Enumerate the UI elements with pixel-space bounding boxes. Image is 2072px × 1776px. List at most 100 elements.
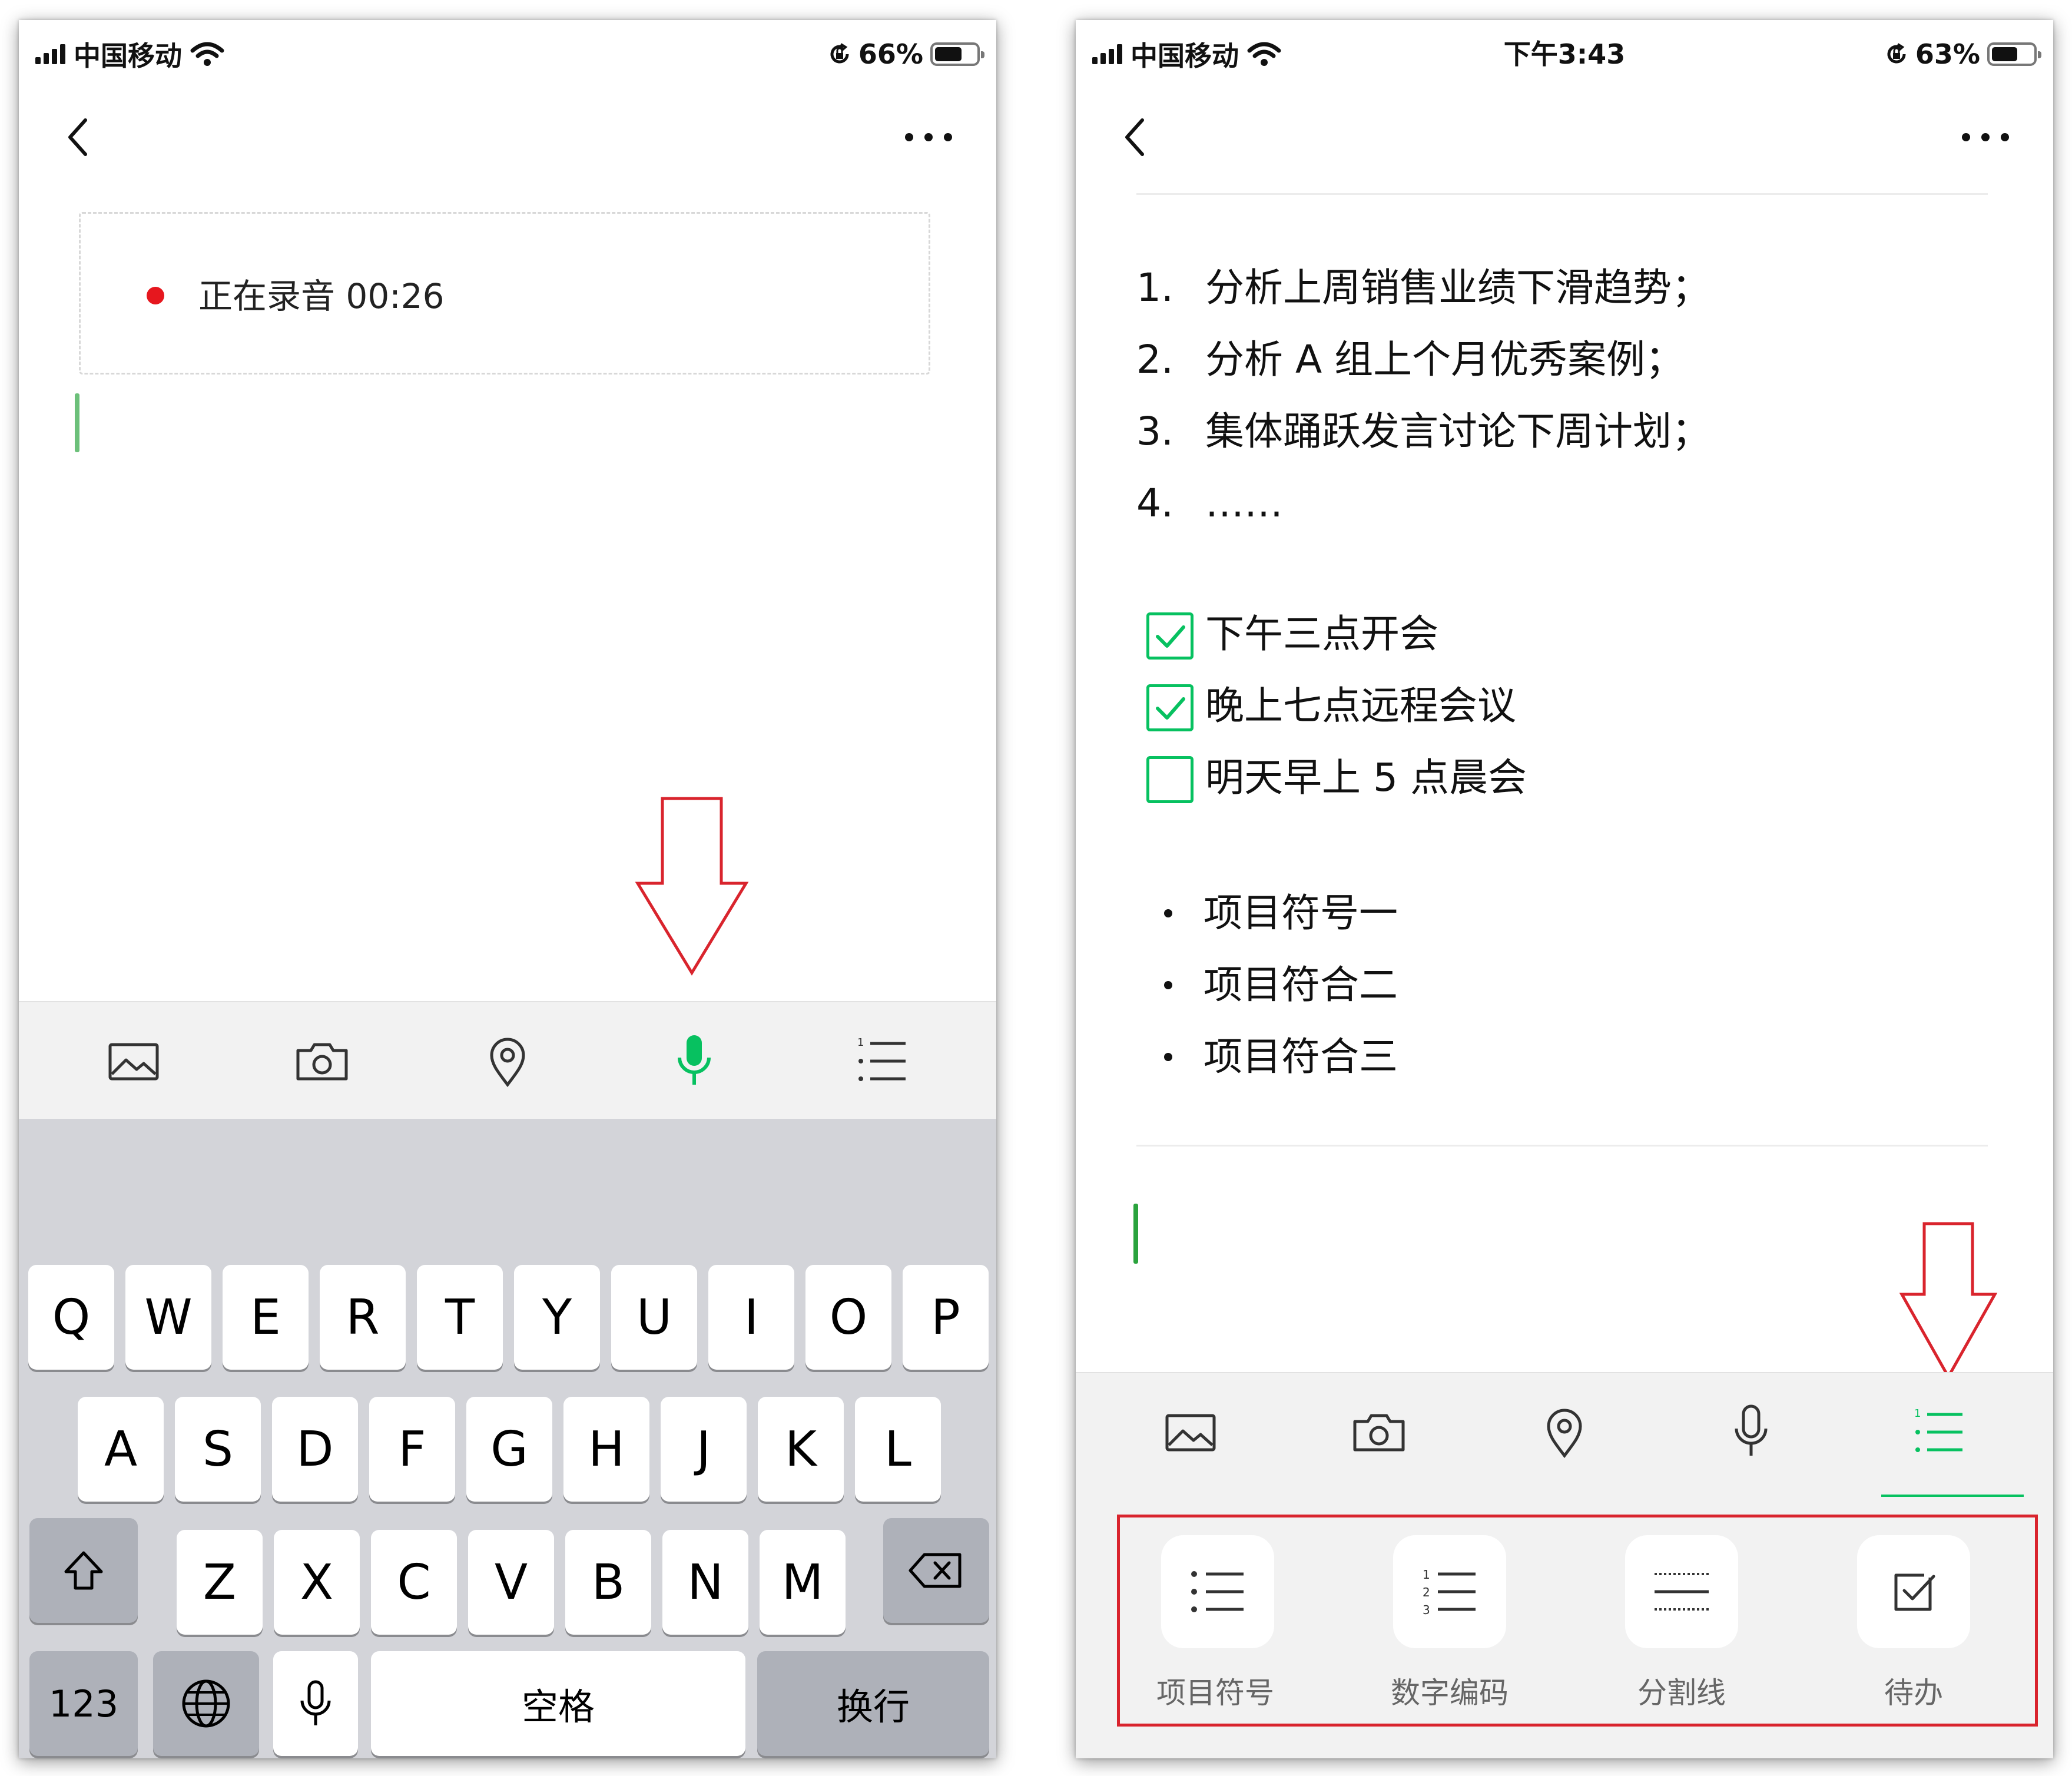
chevron-left-icon [68,118,87,156]
editor-toolbar: 1 [19,1001,996,1119]
dictation-key[interactable] [273,1651,358,1756]
more-button[interactable] [896,117,961,158]
todo-button[interactable] [1857,1535,1970,1648]
key-p[interactable]: P [903,1265,989,1370]
key-b[interactable]: B [565,1530,651,1635]
key-o[interactable]: O [805,1265,891,1370]
camera-button[interactable] [1347,1403,1411,1462]
checkmark-icon [1156,625,1185,648]
list-format-button[interactable]: 1 [849,1032,914,1091]
battery-percent: 63% [1915,38,1980,70]
status-right: 66% [828,38,984,70]
bullet-dot [1164,981,1172,989]
voice-record-button[interactable] [1719,1403,1783,1462]
todo-checkbox[interactable] [1146,756,1194,803]
key-d[interactable]: D [272,1397,358,1502]
numbers-key[interactable]: 123 [29,1651,138,1756]
back-button[interactable] [1108,105,1167,170]
bullet-dot [1164,1053,1172,1061]
nav-bar [19,88,996,188]
key-l[interactable]: L [855,1397,941,1502]
rotation-lock-icon [830,43,849,64]
location-pin-icon [490,1038,525,1088]
list-number: 1. [1136,265,1173,310]
microphone-icon [1735,1404,1768,1456]
image-icon [1165,1414,1216,1452]
key-u[interactable]: U [611,1265,697,1370]
recording-dot-icon [147,287,164,304]
key-q[interactable]: Q [28,1265,114,1370]
insert-image-button[interactable] [1158,1403,1223,1462]
carrier-label: 中国移动 [74,40,182,72]
key-n[interactable]: N [662,1530,748,1635]
recording-box[interactable]: 正在录音 00:26 [79,212,930,375]
divider [1136,1145,1988,1147]
key-f[interactable]: F [369,1397,455,1502]
shift-key[interactable] [29,1518,138,1623]
camera-button[interactable] [290,1032,354,1091]
microphone-icon [678,1035,711,1085]
key-j[interactable]: J [661,1397,747,1502]
key-v[interactable]: V [468,1530,554,1635]
text-cursor [1133,1204,1138,1264]
microphone-icon [300,1680,331,1725]
space-key[interactable]: 空格 [371,1651,745,1756]
camera-icon [296,1043,348,1081]
todo-checkbox[interactable] [1146,612,1194,660]
status-left: 中国移动 [35,39,224,72]
key-g[interactable]: G [466,1397,552,1502]
svg-text:1: 1 [1423,1568,1430,1582]
divider-button[interactable] [1625,1535,1738,1648]
key-i[interactable]: I [708,1265,794,1370]
left-phone-screen: 中国移动 66% 正在录音 00:26 1 Q W E R T Y U I O … [19,20,996,1758]
numbered-list-label: 数字编码 [1391,1676,1509,1710]
location-button[interactable] [1532,1403,1597,1462]
key-s[interactable]: S [175,1397,261,1502]
insert-image-button[interactable] [101,1032,166,1091]
more-button[interactable] [1953,117,2018,158]
key-a[interactable]: A [78,1397,164,1502]
signal-icon [35,44,65,64]
key-x[interactable]: X [274,1530,360,1635]
annotation-highlight-box: 项目符号 1 2 3 数字编码 分割线 待办 [1117,1515,2038,1727]
bullet-text: 项目符合三 [1204,1034,1398,1079]
bullet-list-button[interactable] [1161,1535,1274,1648]
bullet-text: 项目符号一 [1204,890,1398,936]
language-switch-key[interactable] [153,1651,259,1756]
key-w[interactable]: W [125,1265,211,1370]
nav-bar [1076,88,2053,188]
checkmark-icon [1156,697,1185,720]
voice-record-button[interactable] [662,1032,727,1091]
chevron-left-icon [1125,118,1144,156]
annotation-arrow-down-icon [1899,1222,1998,1380]
key-t[interactable]: T [417,1265,503,1370]
key-m[interactable]: M [760,1530,846,1635]
return-key[interactable]: 换行 [757,1651,989,1756]
location-button[interactable] [475,1032,540,1091]
bullet-list-icon [1191,1571,1244,1612]
key-c[interactable]: C [371,1530,457,1635]
list-number: 4. [1136,481,1173,526]
delete-key[interactable] [883,1518,989,1623]
key-k[interactable]: K [758,1397,844,1502]
list-format-button[interactable]: 1 [1906,1403,1971,1462]
backspace-icon [909,1553,962,1588]
numbered-list-button[interactable]: 1 2 3 [1393,1535,1506,1648]
key-r[interactable]: R [320,1265,406,1370]
status-bar: 中国移动 下午3:43 63% [1076,20,2053,88]
battery-percent: 66% [858,38,923,70]
todo-checkbox[interactable] [1146,684,1194,731]
rotation-lock-icon [1887,43,1906,64]
key-z[interactable]: Z [177,1530,263,1635]
key-y[interactable]: Y [514,1265,600,1370]
keyboard: QWERTYUIOP ASDFGHJKL ZXCVBNM 123 空格 换行 [19,1119,996,1758]
right-phone-screen: 中国移动 下午3:43 63% 1. 分析上周销售业绩下滑趋势； 2. 分析 A… [1076,20,2053,1758]
annotation-arrow-down-icon [635,797,749,976]
svg-text:1: 1 [857,1036,864,1049]
key-e[interactable]: E [223,1265,309,1370]
editor-toolbar: 1 [1076,1372,2053,1498]
key-h[interactable]: H [563,1397,649,1502]
battery-icon [930,42,984,66]
back-button[interactable] [51,105,110,170]
battery-icon [1987,42,2041,66]
